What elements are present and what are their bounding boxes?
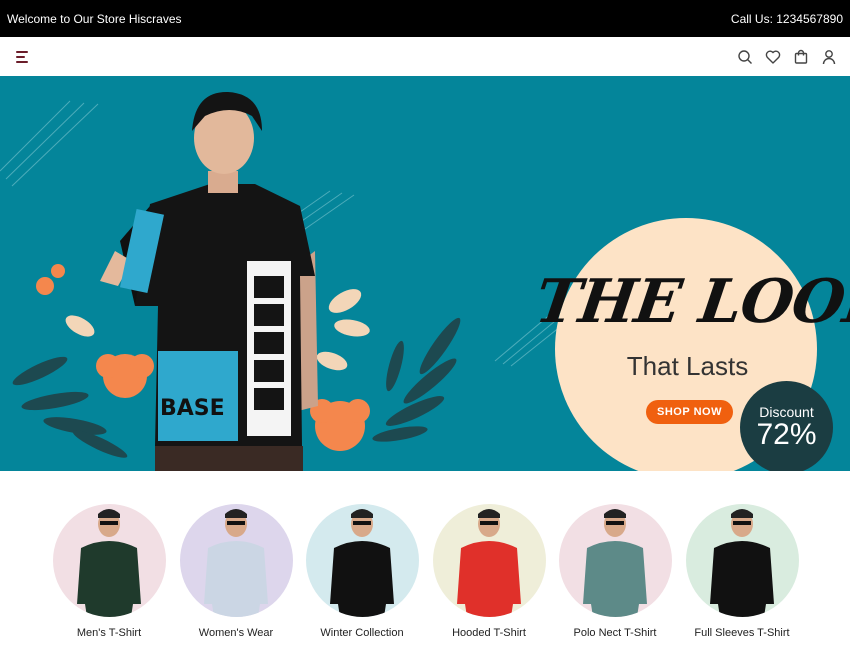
navbar xyxy=(0,37,850,76)
menu-icon[interactable] xyxy=(16,50,32,64)
nav-icons xyxy=(736,48,838,66)
category-label: Hooded T-Shirt xyxy=(452,627,526,639)
welcome-text: Welcome to Our Store Hiscraves xyxy=(7,11,182,26)
category-item[interactable]: Polo Nect T-Shirt xyxy=(545,504,685,639)
category-list: Men's T-Shirt Women's Wear Winter Collecti… xyxy=(0,471,850,657)
category-image[interactable] xyxy=(52,504,166,617)
category-image[interactable] xyxy=(305,504,419,617)
category-item[interactable]: Hooded T-Shirt xyxy=(419,504,559,639)
category-item[interactable]: Men's T-Shirt xyxy=(39,504,179,639)
category-label: Men's T-Shirt xyxy=(76,627,142,639)
category-item[interactable]: Women's Wear xyxy=(166,504,306,639)
category-label: Winter Collection xyxy=(320,627,404,639)
shop-now-button[interactable]: SHOP NOW xyxy=(646,400,733,424)
discount-label: Discount xyxy=(759,403,814,420)
category-label: Full Sleeves T-Shirt xyxy=(694,627,790,639)
category-image[interactable] xyxy=(685,504,799,617)
category-image[interactable] xyxy=(432,504,546,617)
category-item[interactable]: Winter Collection xyxy=(292,504,432,639)
category-image[interactable] xyxy=(558,504,672,617)
category-item[interactable]: Full Sleeves T-Shirt xyxy=(672,504,812,639)
category-image[interactable] xyxy=(179,504,293,617)
category-label: Polo Nect T-Shirt xyxy=(573,627,657,639)
category-label: Women's Wear xyxy=(198,627,274,639)
shirt-print-text: BASE xyxy=(160,396,225,421)
heart-icon[interactable] xyxy=(764,48,782,66)
discount-value: 72% xyxy=(756,417,817,451)
search-icon[interactable] xyxy=(736,48,754,66)
cart-icon[interactable] xyxy=(792,48,810,66)
user-icon[interactable] xyxy=(820,48,838,66)
discount-badge: Discount 72% xyxy=(740,381,833,471)
hero-banner[interactable]: THE LOOK That Lasts SHOP NOW Discount 72… xyxy=(0,76,850,471)
top-bar: Welcome to Our Store Hiscraves Call Us: … xyxy=(0,0,850,37)
hero-headline: THE LOOK xyxy=(531,267,850,337)
phone-text[interactable]: Call Us: 1234567890 xyxy=(731,12,843,26)
hero-subheadline: That Lasts xyxy=(626,351,749,381)
